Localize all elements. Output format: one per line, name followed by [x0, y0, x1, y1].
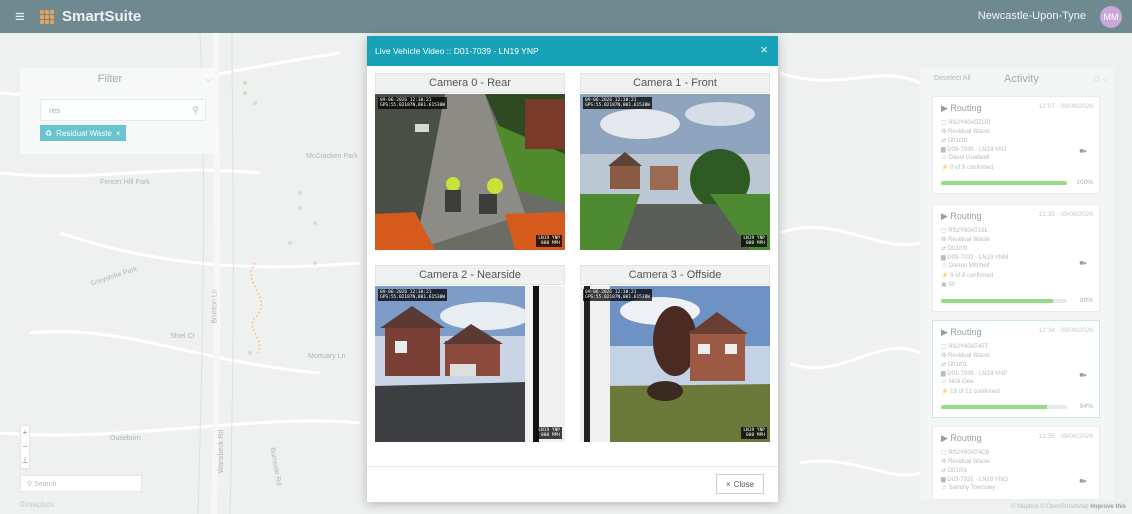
camera-osd-speed: LN19 YNP 000 MPH	[741, 235, 767, 247]
close-icon[interactable]: ×	[760, 43, 768, 56]
front-camera-image	[580, 94, 770, 250]
camera-panel-rear: Camera 0 - Rear 09-06-2026 12:30:21 GPS:…	[375, 73, 565, 251]
camera-feed[interactable]: 09-06-2026 12:30:21 GPS:55.02187N,001.61…	[375, 286, 565, 442]
live-video-modal: Live Vehicle Video :: D01-7039 - LN19 YN…	[367, 36, 778, 502]
app-name: SmartSuite	[62, 8, 142, 25]
top-bar: ≡ SmartSuite Newcastle-Upon-Tyne MM	[0, 0, 1132, 33]
modal-header: Live Vehicle Video :: D01-7039 - LN19 YN…	[367, 36, 778, 66]
camera-feed[interactable]: 09-06-2026 12:30:21 GPS:55.02187N,001.61…	[580, 286, 770, 442]
camera-title: Camera 0 - Rear	[375, 73, 565, 93]
nearside-camera-image	[375, 286, 565, 442]
brand[interactable]: SmartSuite	[40, 8, 141, 25]
camera-osd: 09-06-2026 12:30:21 GPS:55.02187N,001.61…	[583, 97, 653, 109]
close-button-label: Close	[733, 479, 755, 489]
camera-title: Camera 3 - Offside	[580, 265, 770, 285]
camera-title: Camera 1 - Front	[580, 73, 770, 93]
camera-feed[interactable]: 09-06-2026 12:30:21 GPS:55.02187N,001.61…	[375, 94, 565, 250]
camera-panel-front: Camera 1 - Front 09-06-2026 12:30:21 GPS…	[580, 73, 770, 251]
camera-osd: 09-06-2026 12:30:21 GPS:55.02187N,001.61…	[378, 97, 448, 109]
hamburger-icon[interactable]: ≡	[0, 7, 40, 27]
offside-camera-image	[580, 286, 770, 442]
camera-title: Camera 2 - Nearside	[375, 265, 565, 285]
location-selector[interactable]: Newcastle-Upon-Tyne	[978, 10, 1086, 22]
camera-panel-offside: Camera 3 - Offside 09-06-2026 12:30:21 G…	[580, 265, 770, 443]
camera-osd-speed: LN19 YNP 000 MPH	[741, 427, 767, 439]
camera-osd: 09-06-2026 12:30:21 GPS:55.02187N,001.61…	[378, 289, 448, 301]
modal-footer-divider	[367, 466, 778, 467]
close-button[interactable]: × Close	[716, 474, 764, 494]
avatar[interactable]: MM	[1100, 6, 1122, 28]
camera-osd: 09-06-2026 12:30:21 GPS:55.02187N,001.61…	[583, 289, 653, 301]
close-icon: ×	[725, 479, 731, 489]
rear-camera-image	[375, 94, 565, 250]
smartsuite-logo-icon	[40, 9, 54, 24]
camera-osd-speed: LN19 YNP 000 MPH	[536, 235, 562, 247]
camera-panel-nearside: Camera 2 - Nearside 09-06-2026 12:30:21 …	[375, 265, 565, 443]
camera-feed[interactable]: 09-06-2026 12:30:21 GPS:55.02187N,001.61…	[580, 94, 770, 250]
camera-osd-speed: LN19 YNP 000 MPH	[536, 427, 562, 439]
modal-title: Live Vehicle Video :: D01-7039 - LN19 YN…	[375, 46, 539, 56]
